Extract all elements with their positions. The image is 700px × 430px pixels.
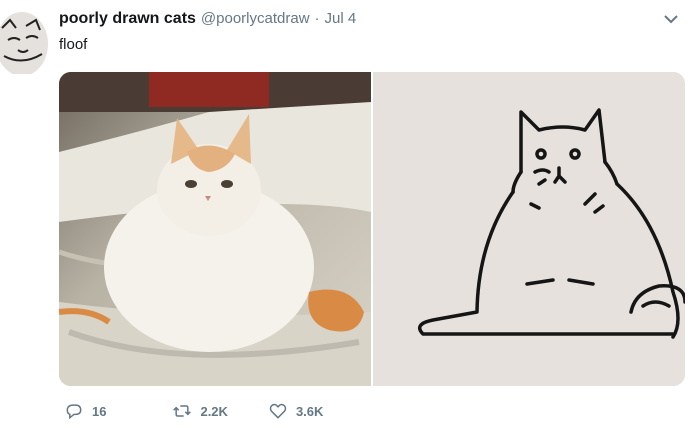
author-name[interactable]: poorly drawn cats xyxy=(59,10,196,28)
line-drawing-of-cat[interactable] xyxy=(373,72,685,386)
tweet-date[interactable]: Jul 4 xyxy=(325,10,357,27)
avatar[interactable] xyxy=(0,6,48,76)
heart-icon xyxy=(269,403,287,419)
retweet-button[interactable]: 2.2K xyxy=(172,401,228,421)
retweet-count: 2.2K xyxy=(200,403,228,419)
chevron-down-icon[interactable] xyxy=(662,12,680,26)
tweet-media[interactable] xyxy=(59,72,685,386)
reply-button[interactable]: 16 xyxy=(64,401,106,421)
tweet-actions: 16 2.2K 3.6K xyxy=(59,400,323,422)
author-handle[interactable]: @poorlycatdraw xyxy=(201,10,310,27)
like-count: 3.6K xyxy=(295,403,324,419)
photo-of-white-orange-cat[interactable] xyxy=(59,72,371,386)
retweet-icon xyxy=(173,405,192,417)
tweet-text: floof xyxy=(59,36,88,53)
separator-dot: · xyxy=(314,10,320,27)
reply-count: 16 xyxy=(92,403,107,419)
like-button[interactable]: 3.6K xyxy=(268,401,323,421)
reply-icon xyxy=(66,404,82,420)
tweet-header: poorly drawn cats @poorlycatdraw · Jul 4 xyxy=(59,10,356,32)
